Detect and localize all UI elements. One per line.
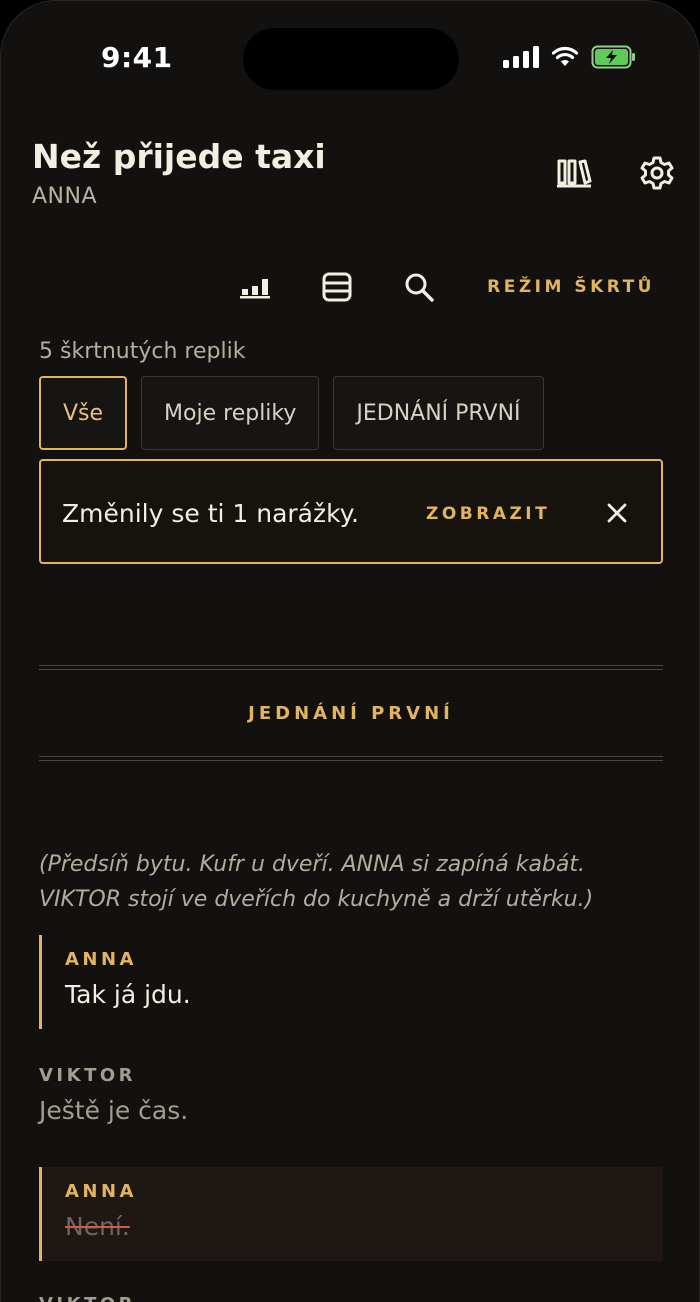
script-line[interactable]: ANNA Tak já jdu. [39,935,663,1029]
section-title: JEDNÁNÍ PRVNÍ [248,703,454,724]
gear-icon [640,156,674,190]
filter-my-lines[interactable]: Moje repliky [141,376,320,450]
line-speaker: VIKTOR [39,1294,663,1302]
show-changes-link[interactable]: ZOBRAZIT [426,504,550,524]
statistics-button[interactable] [235,269,275,305]
line-speaker: VIKTOR [39,1065,137,1086]
dismiss-notice-button[interactable] [601,497,633,529]
notice-text: Změnily se ti 1 narážky. [62,499,359,528]
line-text-struck: Není. [65,1212,130,1241]
layers-icon [322,272,352,302]
status-icons [503,45,637,69]
filter-act-one[interactable]: JEDNÁNÍ PRVNÍ [333,376,544,450]
role-name: ANNA [32,184,98,209]
view-layout-button[interactable] [317,269,357,305]
script-line-cut[interactable]: ANNA Není. [39,1167,663,1261]
cut-count: 5 škrtnutých replik [39,339,246,364]
line-text: Ještě je čas. [39,1096,189,1125]
line-speaker: ANNA [65,1181,137,1202]
status-time: 9:41 [101,41,173,74]
library-icon [557,159,592,188]
section-rule-top [39,665,663,670]
cut-mode-button[interactable]: REŽIM ŠKRTŮ [487,277,655,297]
script-line[interactable]: VIKTOR Ještě je čas. [39,1065,663,1145]
cue-change-notice: Změnily se ti 1 narážky. ZOBRAZIT [39,459,663,564]
dynamic-island [243,28,459,90]
battery-charging-icon [591,45,635,69]
stage-direction: (Předsíň bytu. Kufr u dveří. ANNA si zap… [39,852,594,912]
bar-chart-icon [240,279,270,299]
line-speaker: ANNA [65,949,137,970]
filter-chips: Vše Moje repliky JEDNÁNÍ PRVNÍ [39,376,544,450]
close-icon [607,503,627,523]
script-title: Než přijede taxi [32,137,326,176]
phone-screen: 9:41 Než přijede taxi ANNA REŽIM ŠKRTŮ 5… [0,0,700,1302]
script-line[interactable]: VIKTOR [39,1294,663,1302]
search-icon [405,273,434,302]
library-button[interactable] [555,153,595,193]
wifi-icon [551,46,579,66]
search-button[interactable] [399,269,439,305]
line-text: Tak já jdu. [65,980,191,1009]
filter-all[interactable]: Vše [39,376,128,450]
settings-button[interactable] [637,153,677,193]
cellular-signal-icon [503,46,539,68]
section-rule-bottom [39,756,663,761]
